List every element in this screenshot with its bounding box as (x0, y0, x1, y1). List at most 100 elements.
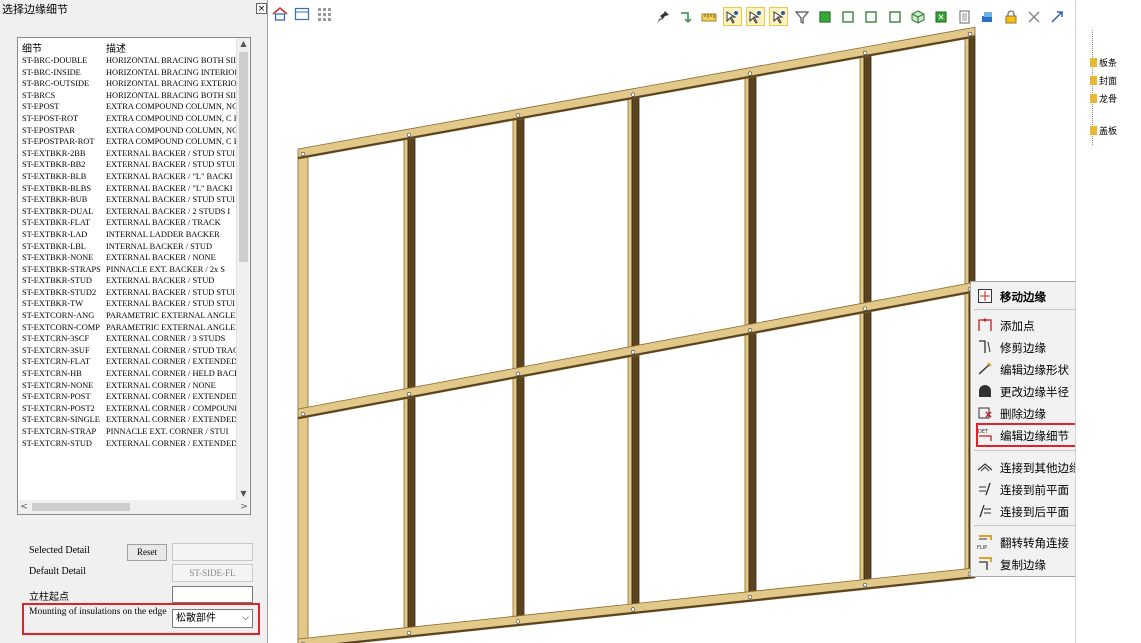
list-item[interactable]: ST-EXTBKR-BB2 EXTERNAL BACKER / STUD STUI (18, 159, 238, 171)
list-item[interactable]: ST-EPOST-ROT EXTRA COMPOUND COLUMN, C RC (18, 113, 238, 125)
detail-name: ST-EXTCRN-NONE (22, 380, 94, 390)
view-left-icon[interactable] (862, 7, 881, 26)
select-face-icon[interactable] (769, 7, 788, 26)
pin-icon[interactable] (653, 7, 672, 26)
list-item[interactable]: ST-EXTCRN-STRAP PINNACLE EXT. CORNER / ST… (18, 426, 238, 438)
vertical-scrollbar[interactable]: ▲ ▼ (236, 38, 250, 500)
list-item[interactable]: ST-EXTBKR-STUD EXTERNAL BACKER / STUD (18, 275, 238, 287)
column-header-description[interactable]: 描述 (106, 40, 126, 55)
snap-icon[interactable] (676, 7, 695, 26)
filter-icon[interactable] (792, 7, 811, 26)
scroll-right-icon[interactable]: > (238, 500, 250, 514)
scroll-down-icon[interactable]: ▼ (237, 488, 250, 500)
list-item[interactable]: ST-EXTBKR-BUB EXTERNAL BACKER / STUD STUI (18, 194, 238, 206)
list-item[interactable]: ST-EXTCRN-3SCF EXTERNAL CORNER / 3 STUDS (18, 333, 238, 345)
list-item[interactable]: ST-EPOSTPAR-ROT EXTRA COMPOUND COLUMN, C … (18, 136, 238, 148)
list-item[interactable]: ST-EPOSTPAR EXTRA COMPOUND COLUMN, NORN (18, 125, 238, 137)
project-tree: 板条封面龙骨盖板 (1075, 0, 1141, 643)
list-item[interactable]: ST-EXTBKR-LAD INTERNAL LADDER BACKER (18, 229, 238, 241)
detail-name: ST-EXTBKR-LBL (22, 241, 86, 251)
scroll-thumb[interactable] (239, 52, 248, 262)
list-item[interactable]: ST-EXTCORN-ANG PARAMETRIC EXTERNAL ANGLED (18, 310, 238, 322)
list-item[interactable]: ST-EXTCRN-3SUF EXTERNAL CORNER / STUD TRA… (18, 345, 238, 357)
list-item[interactable]: ST-EXTBKR-NONE EXTERNAL BACKER / NONE (18, 252, 238, 264)
detail-name: ST-EPOSTPAR (22, 125, 75, 135)
toolbar (653, 5, 1071, 29)
list-item[interactable]: ST-EXTBKR-LBL INTERNAL BACKER / STUD (18, 241, 238, 253)
list-item[interactable]: ST-EXTCRN-POST2 EXTERNAL CORNER / COMPOUN… (18, 403, 238, 415)
horizontal-scrollbar[interactable]: < > (18, 500, 250, 514)
list-item[interactable]: ST-EPOST EXTRA COMPOUND COLUMN, NORN (18, 101, 238, 113)
list-item[interactable]: ST-BRCS HORIZONTAL BRACING BOTH SII (18, 90, 238, 102)
view-front-icon[interactable] (815, 7, 834, 26)
detail-description: PINNACLE EXT. CORNER / STUI (106, 427, 229, 436)
selected-detail-label: Selected Detail (29, 545, 90, 556)
list-item[interactable]: ST-EXTCRN-FLAT EXTERNAL CORNER / EXTENDED (18, 356, 238, 368)
list-item[interactable]: ST-EXTBKR-BLBS EXTERNAL BACKER / "L" BACK… (18, 183, 238, 195)
view-back-icon[interactable] (839, 7, 858, 26)
list-item[interactable]: ST-EXTBKR-STUD2 EXTERNAL BACKER / STUD ST… (18, 287, 238, 299)
list-item[interactable]: ST-EXTBKR-2BB EXTERNAL BACKER / STUD STUI (18, 148, 238, 160)
close-view-icon[interactable] (1024, 7, 1043, 26)
detail-description: EXTERNAL CORNER / EXTENDED (106, 415, 238, 425)
tree-node-label: 盖板 (1099, 127, 1118, 137)
view-3d-icon[interactable] (908, 7, 927, 26)
detail-list[interactable]: 细节 描述 ST-BRC-DOUBLE HORIZONTAL BRACING BO… (17, 37, 251, 515)
stud-start-input[interactable] (172, 586, 253, 603)
ruler-icon[interactable] (699, 7, 718, 26)
scroll-thumb-horizontal[interactable] (32, 503, 130, 511)
list-item[interactable]: ST-BRC-OUTSIDE HORIZONTAL BRACING EXTERIO… (18, 78, 238, 90)
tree-node[interactable]: 龙骨 (1090, 92, 1117, 105)
detail-name: ST-BRC-INSIDE (22, 67, 81, 77)
detail-name: ST-EXTCRN-HB (22, 369, 82, 379)
tree-node[interactable]: 封面 (1090, 74, 1117, 87)
scroll-left-icon[interactable]: < (18, 500, 30, 514)
list-item[interactable]: ST-EXTCRN-HB EXTERNAL CORNER / HELD BACI (18, 368, 238, 380)
menu-item-label: 修剪边缘 (1000, 341, 1046, 355)
tree-node-label: 板条 (1099, 59, 1118, 69)
column-header-detail[interactable]: 细节 (22, 40, 42, 55)
list-item[interactable]: ST-EXTCRN-POST EXTERNAL CORNER / EXTENDED (18, 391, 238, 403)
list-item[interactable]: ST-EXTBKR-FLAT EXTERNAL BACKER / TRACK (18, 217, 238, 229)
detail-description: EXTRA COMPOUND COLUMN, C RC (106, 137, 238, 147)
list-item[interactable]: ST-EXTBKR-STRAPS PINNACLE EXT. BACKER / 2… (18, 264, 238, 276)
document-icon[interactable] (955, 7, 974, 26)
scroll-up-icon[interactable]: ▲ (237, 38, 250, 50)
list-item[interactable]: ST-BRC-DOUBLE HORIZONTAL BRACING BOTH SII (18, 55, 238, 67)
list-item[interactable]: ST-EXTBKR-BLB EXTERNAL BACKER / "L" BACKI (18, 171, 238, 183)
detail-name: ST-EPOST-ROT (22, 113, 79, 123)
list-item[interactable]: ST-EXTBKR-TW EXTERNAL BACKER / STUD STUI (18, 298, 238, 310)
detail-description: EXTERNAL BACKER / STUD STUI (106, 299, 236, 309)
lock-icon[interactable] (1001, 7, 1020, 26)
detail-name: ST-EXTBKR-STUD2 (22, 287, 97, 297)
view-right-icon[interactable] (885, 7, 904, 26)
detail-description: EXTERNAL BACKER / STUD (106, 276, 215, 286)
layers-icon[interactable] (978, 7, 997, 26)
list-item[interactable]: ST-EXTCORN-COMP PARAMETRIC EXTERNAL ANGLE… (18, 322, 238, 334)
detail-description: EXTRA COMPOUND COLUMN, NORN (106, 125, 238, 135)
3d-viewport[interactable] (268, 0, 1075, 643)
reset-button[interactable]: Reset (127, 544, 167, 561)
list-header: 细节 描述 (18, 38, 238, 55)
detail-name: ST-EXTCRN-POST (22, 392, 91, 402)
close-button[interactable]: × (256, 3, 267, 14)
list-item[interactable]: ST-BRC-INSIDE HORIZONTAL BRACING INTERIOI (18, 67, 238, 79)
menu-item-label: 连接到其他边缘 (1000, 461, 1081, 475)
tree-node[interactable]: 板条 (1090, 56, 1117, 69)
detail-name: ST-BRC-DOUBLE (22, 56, 88, 65)
list-item[interactable]: ST-EXTCRN-STUD EXTERNAL CORNER / EXTENDED (18, 438, 238, 450)
list-item[interactable]: ST-EXTCRN-SINGLE EXTERNAL CORNER / EXTEND… (18, 414, 238, 426)
tree-node[interactable]: 盖板 (1090, 124, 1117, 137)
detail-name: ST-EXTBKR-STUD (22, 276, 92, 286)
select-edge-icon[interactable] (745, 7, 765, 26)
mounting-insulation-select[interactable]: 松散部件 ⌵ (172, 609, 253, 628)
detail-description: HORIZONTAL BRACING EXTERIOI (106, 79, 238, 89)
menu-item-label: 编辑边缘形状 (1000, 363, 1069, 377)
connect-edge-icon (977, 459, 993, 475)
list-item[interactable]: ST-EXTCRN-NONE EXTERNAL CORNER / NONE (18, 380, 238, 392)
view-top-icon[interactable] (931, 7, 950, 26)
expand-icon[interactable] (1047, 7, 1066, 26)
select-point-icon[interactable] (722, 7, 742, 26)
selected-detail-field (172, 543, 253, 561)
list-item[interactable]: ST-EXTBKR-DUAL EXTERNAL BACKER / 2 STUDS … (18, 206, 238, 218)
